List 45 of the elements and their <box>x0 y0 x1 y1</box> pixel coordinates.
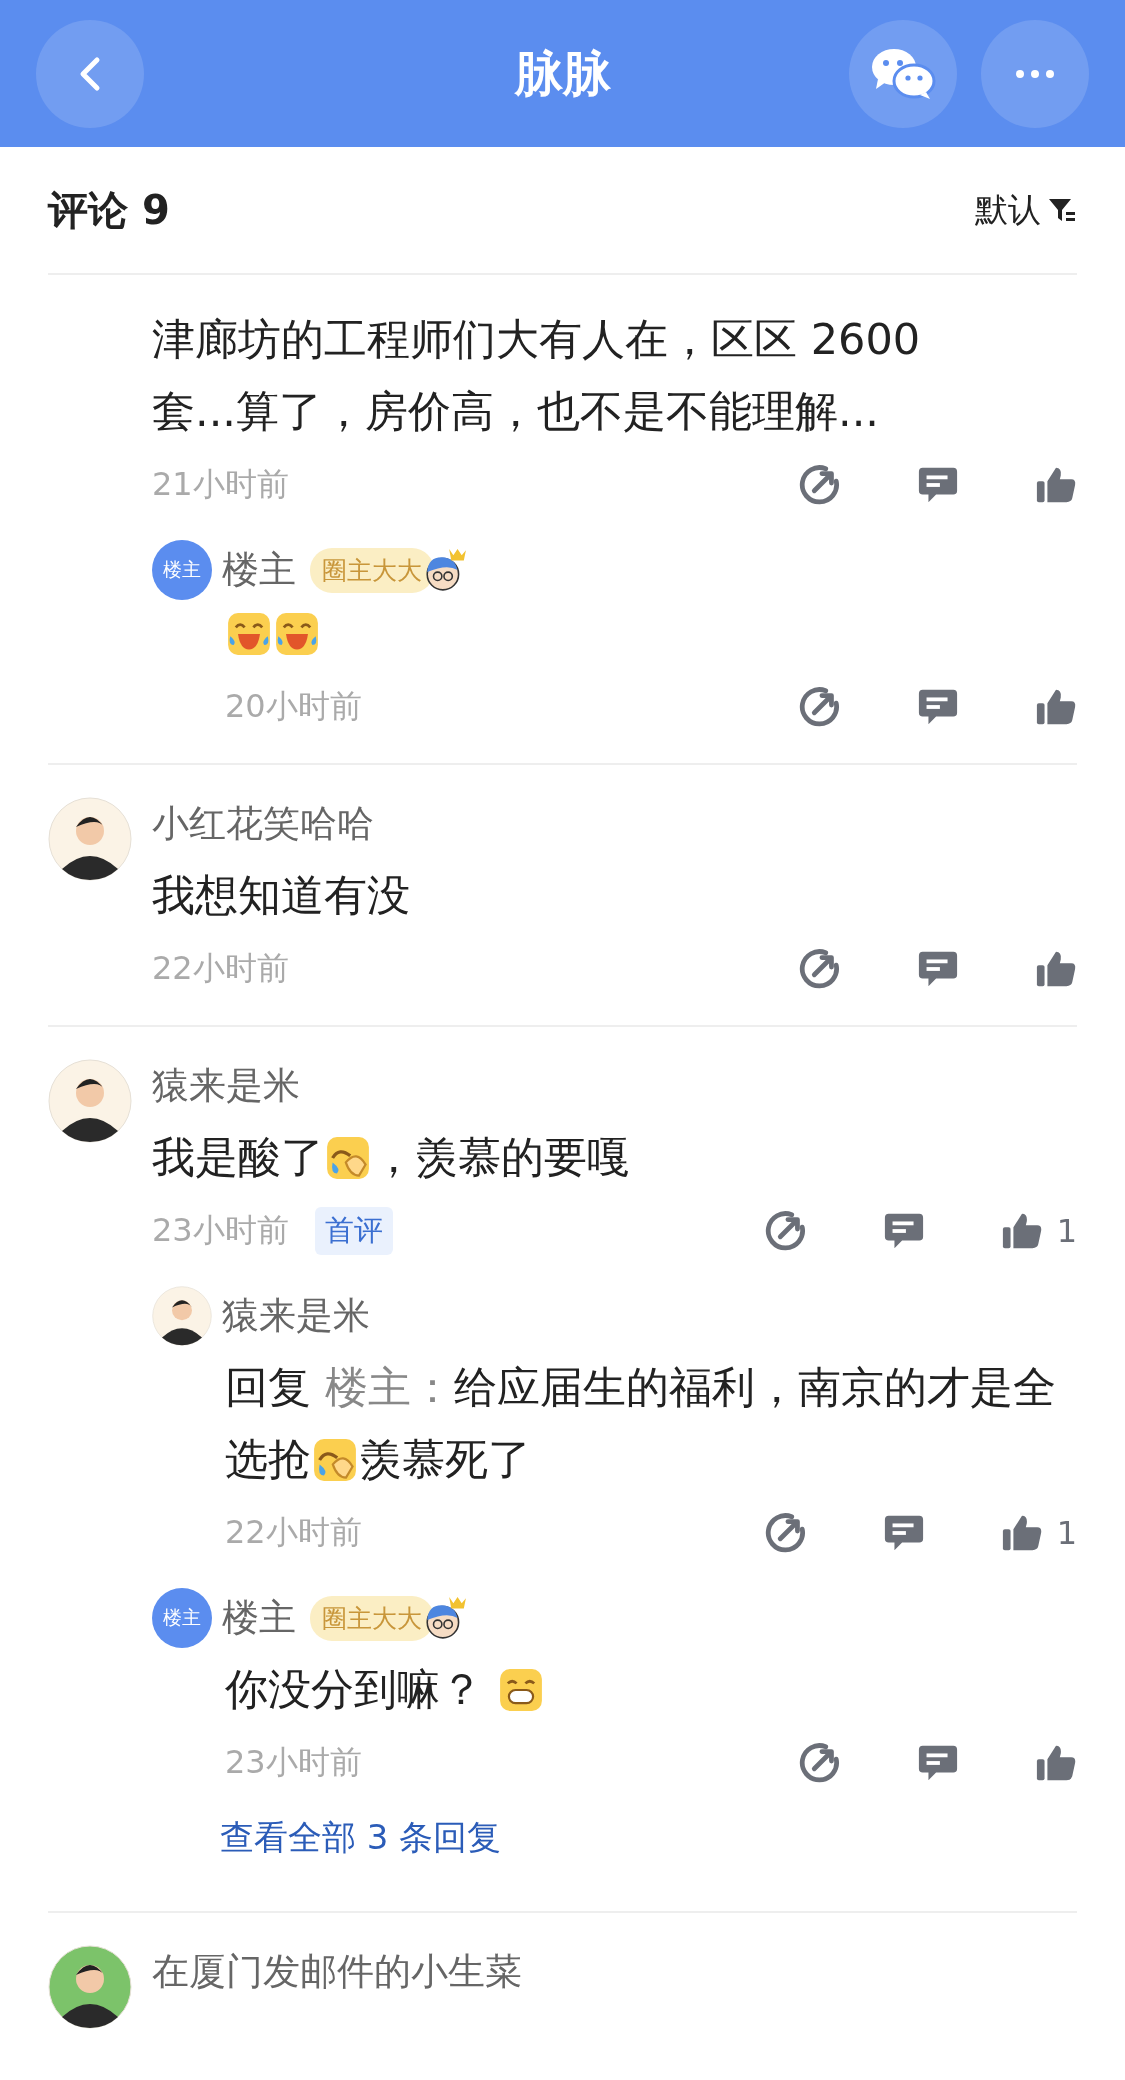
more-icon <box>1015 68 1055 79</box>
share-icon[interactable] <box>799 1742 841 1784</box>
user-name[interactable]: 猿来是米 <box>152 1061 300 1111</box>
view-all-replies-link[interactable]: 查看全部 3 条回复 <box>220 1807 1077 1867</box>
reply-text: 你没分到嘛？ <box>225 1653 1057 1725</box>
user-avatar[interactable] <box>48 1945 132 2029</box>
host-avatar[interactable]: 楼主 <box>152 540 212 600</box>
first-comment-tag: 首评 <box>314 1207 393 1255</box>
timestamp: 22小时前 <box>225 1512 362 1553</box>
comment-text: 我想知道有没 <box>152 869 411 922</box>
share-icon[interactable] <box>799 464 841 506</box>
emoji-icon <box>313 1438 357 1482</box>
user-name[interactable]: 楼主 <box>222 545 296 595</box>
share-icon[interactable] <box>799 948 841 990</box>
like-count: 1 <box>1056 1514 1077 1552</box>
share-icon[interactable] <box>764 1210 807 1252</box>
user-avatar[interactable] <box>48 797 132 881</box>
user-name[interactable]: 小红花笑哈哈 <box>152 799 374 849</box>
user-badge: 圈主大大 <box>310 1595 434 1641</box>
comments-count-title: 评论 9 <box>48 185 170 235</box>
like-count: 1 <box>1056 1212 1077 1250</box>
user-name[interactable]: 在厦门发邮件的小生菜 <box>152 1947 522 1997</box>
user-name[interactable]: 猿来是米 <box>222 1291 370 1341</box>
timestamp: 21小时前 <box>152 464 289 505</box>
laughing-emoji-icon <box>227 612 271 656</box>
comment-text: 我是酸了 ，羡慕的要嘎 <box>152 1131 631 1184</box>
timestamp: 20小时前 <box>225 686 362 727</box>
grinning-emoji-icon <box>498 1668 543 1712</box>
reply-text: 回复 楼主：给应届生的福利，南京的才是全选抢 羡慕死了 <box>225 1361 1057 1486</box>
emoji-icon <box>326 1136 370 1180</box>
user-badge: 圈主大大 <box>310 547 434 593</box>
page-title: 脉脉 <box>513 43 612 103</box>
chat-bubbles-icon <box>870 46 936 101</box>
host-avatar[interactable]: 楼主 <box>152 1588 212 1648</box>
timestamp: 22小时前 <box>152 948 289 989</box>
laughing-emoji-icon <box>275 612 319 656</box>
comment-text: 津廊坊的工程师们大有人在，区区 2600 套...算了，房价高，也不是不能理解... <box>152 313 922 438</box>
share-icon[interactable] <box>764 1512 807 1554</box>
user-avatar[interactable] <box>152 1286 212 1346</box>
timestamp: 23小时前 <box>152 1210 289 1251</box>
sort-button[interactable]: 默认 <box>975 187 1077 233</box>
share-icon[interactable] <box>799 686 841 728</box>
timestamp: 23小时前 <box>225 1742 362 1783</box>
user-avatar[interactable] <box>48 1059 132 1143</box>
user-name[interactable]: 楼主 <box>222 1593 296 1643</box>
